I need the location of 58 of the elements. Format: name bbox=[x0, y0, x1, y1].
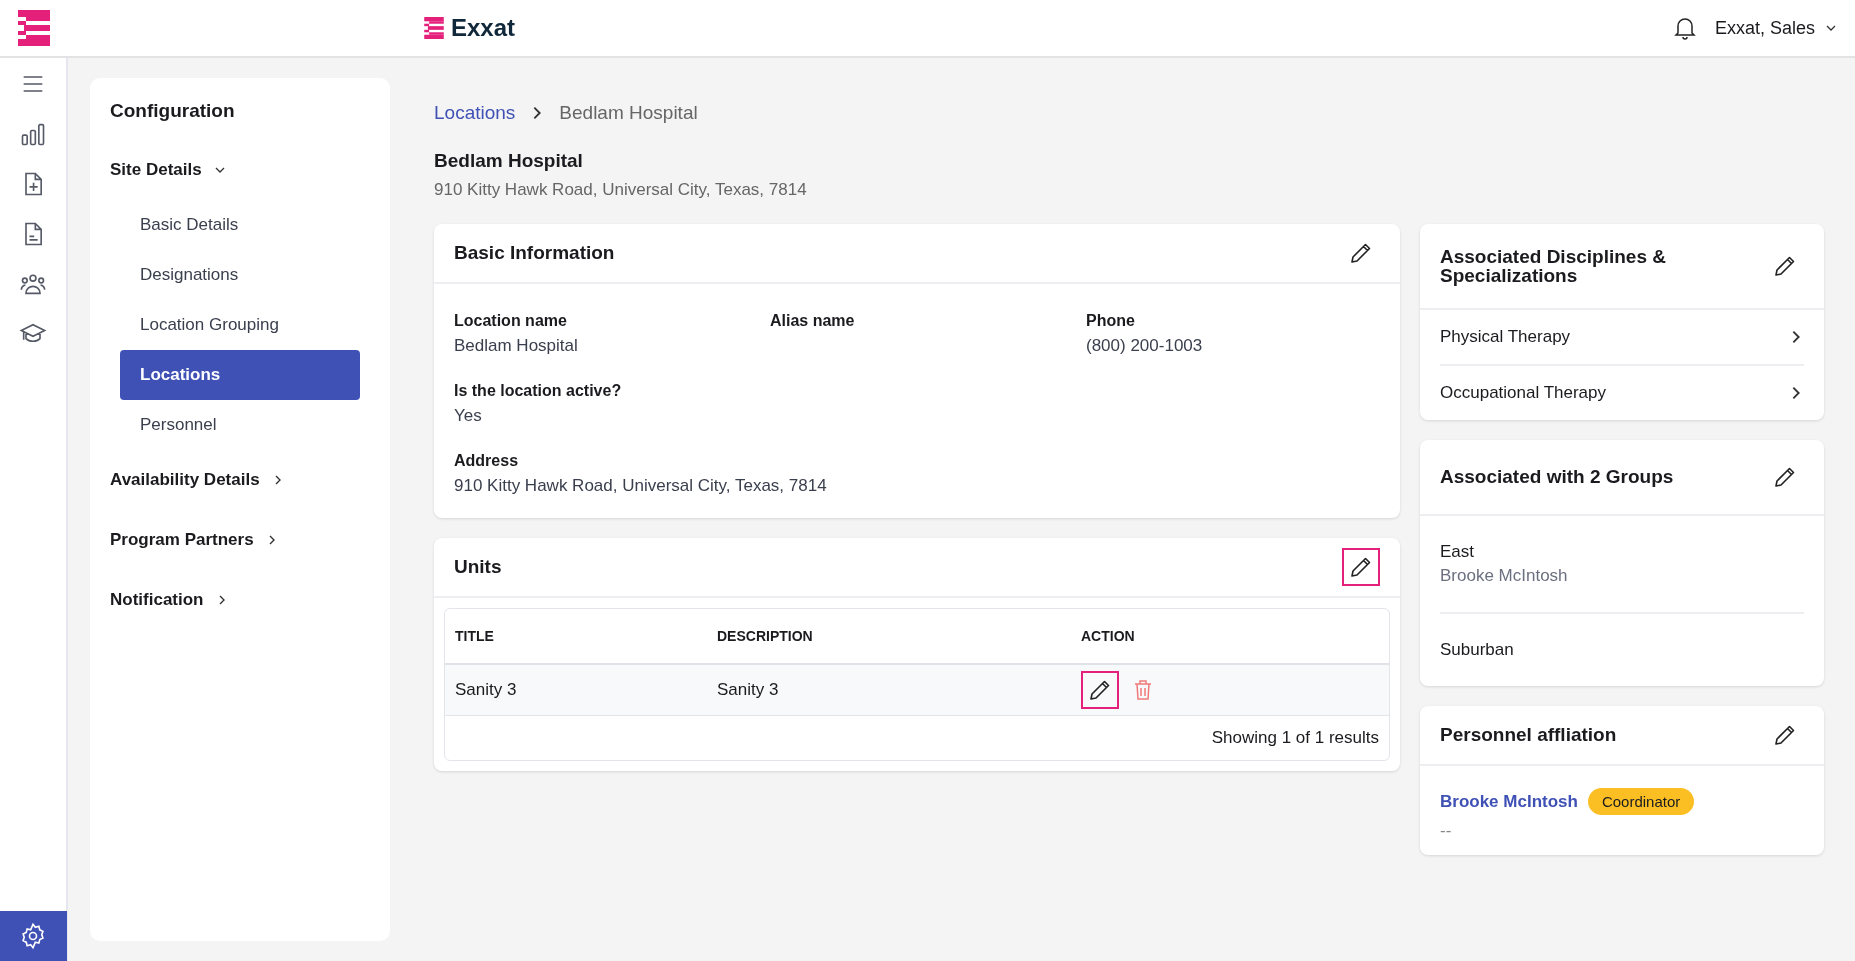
nav-item[interactable]: Locations bbox=[120, 350, 360, 400]
group-name: Suburban bbox=[1440, 640, 1514, 659]
edit-icon bbox=[1349, 241, 1373, 265]
person-detail: -- bbox=[1440, 821, 1453, 841]
logo-icon bbox=[423, 17, 445, 39]
field-label: Phone bbox=[1086, 312, 1136, 330]
page-subtitle: 910 Kitty Hawk Road, Universal City, Texas, 7814 bbox=[434, 180, 808, 200]
delete-icon[interactable] bbox=[1133, 679, 1153, 701]
field-value: Bedlam Hospital bbox=[454, 336, 579, 356]
bell-icon[interactable] bbox=[1672, 15, 1697, 41]
edit-icon bbox=[1773, 465, 1797, 489]
logo-icon bbox=[16, 10, 52, 46]
breadcrumb-link[interactable]: Locations bbox=[434, 102, 516, 124]
column-header: DESCRIPTION bbox=[717, 628, 814, 644]
edit-icon bbox=[1773, 723, 1797, 747]
field-value: 910 Kitty Hawk Road, Universal City, Texas, 7814 bbox=[454, 476, 828, 496]
field-value: Yes bbox=[454, 406, 483, 426]
nav-item[interactable]: Location Grouping bbox=[120, 300, 360, 350]
section-toggle[interactable]: Program Partners bbox=[90, 510, 390, 570]
settings-button[interactable] bbox=[0, 911, 67, 961]
card-title: Units bbox=[454, 556, 502, 578]
brand-name: Exxat bbox=[451, 14, 516, 42]
settings-icon bbox=[19, 922, 47, 950]
page-title: Bedlam Hospital bbox=[434, 150, 584, 172]
nav-item[interactable]: Personnel bbox=[120, 400, 360, 450]
edit-icon bbox=[1088, 678, 1112, 702]
panel-title: Configuration bbox=[109, 100, 236, 122]
field-label: Location name bbox=[454, 312, 568, 330]
edit-icon bbox=[1773, 254, 1797, 278]
edit-button[interactable] bbox=[1342, 548, 1380, 586]
section-toggle[interactable]: Site Details bbox=[90, 140, 390, 200]
results-count: Showing 1 of 1 results bbox=[1211, 728, 1379, 747]
person-link[interactable]: Brooke McIntosh bbox=[1440, 791, 1578, 812]
discipline-item[interactable]: Occupational Therapy bbox=[1440, 364, 1804, 420]
nav-item[interactable]: Basic Details bbox=[120, 200, 360, 250]
card-title: Personnel affliation bbox=[1440, 724, 1617, 746]
table-cell-text: Sanity 3 bbox=[717, 680, 780, 700]
edit-button[interactable] bbox=[1081, 671, 1119, 709]
table-cell-text: Sanity 3 bbox=[455, 680, 518, 700]
column-header: ACTION bbox=[1081, 628, 1136, 644]
section-toggle[interactable]: Notification bbox=[90, 570, 390, 630]
user-menu[interactable]: Exxat, Sales bbox=[1714, 17, 1837, 39]
field-label: Address bbox=[454, 452, 520, 470]
group-name: East bbox=[1440, 542, 1475, 561]
edit-icon bbox=[1349, 555, 1373, 579]
breadcrumb-current: Bedlam Hospital bbox=[559, 102, 698, 124]
field-label: Is the location active? bbox=[454, 382, 623, 400]
column-header: TITLE bbox=[455, 628, 495, 644]
field-label: Alias name bbox=[770, 312, 856, 330]
nav-item[interactable]: Designations bbox=[120, 250, 360, 300]
section-toggle[interactable]: Availability Details bbox=[90, 450, 390, 510]
discipline-item[interactable]: Physical Therapy bbox=[1440, 310, 1804, 364]
group-person: Brooke McIntosh bbox=[1440, 566, 1569, 586]
card-title: Associated with 2 Groups bbox=[1440, 466, 1674, 488]
card-title: Associated Disciplines & Specializations bbox=[1440, 247, 1667, 285]
field-value: (800) 200-1003 bbox=[1086, 336, 1204, 356]
card-title: Basic Information bbox=[454, 242, 615, 264]
role-badge: Coordinator bbox=[1587, 788, 1695, 815]
